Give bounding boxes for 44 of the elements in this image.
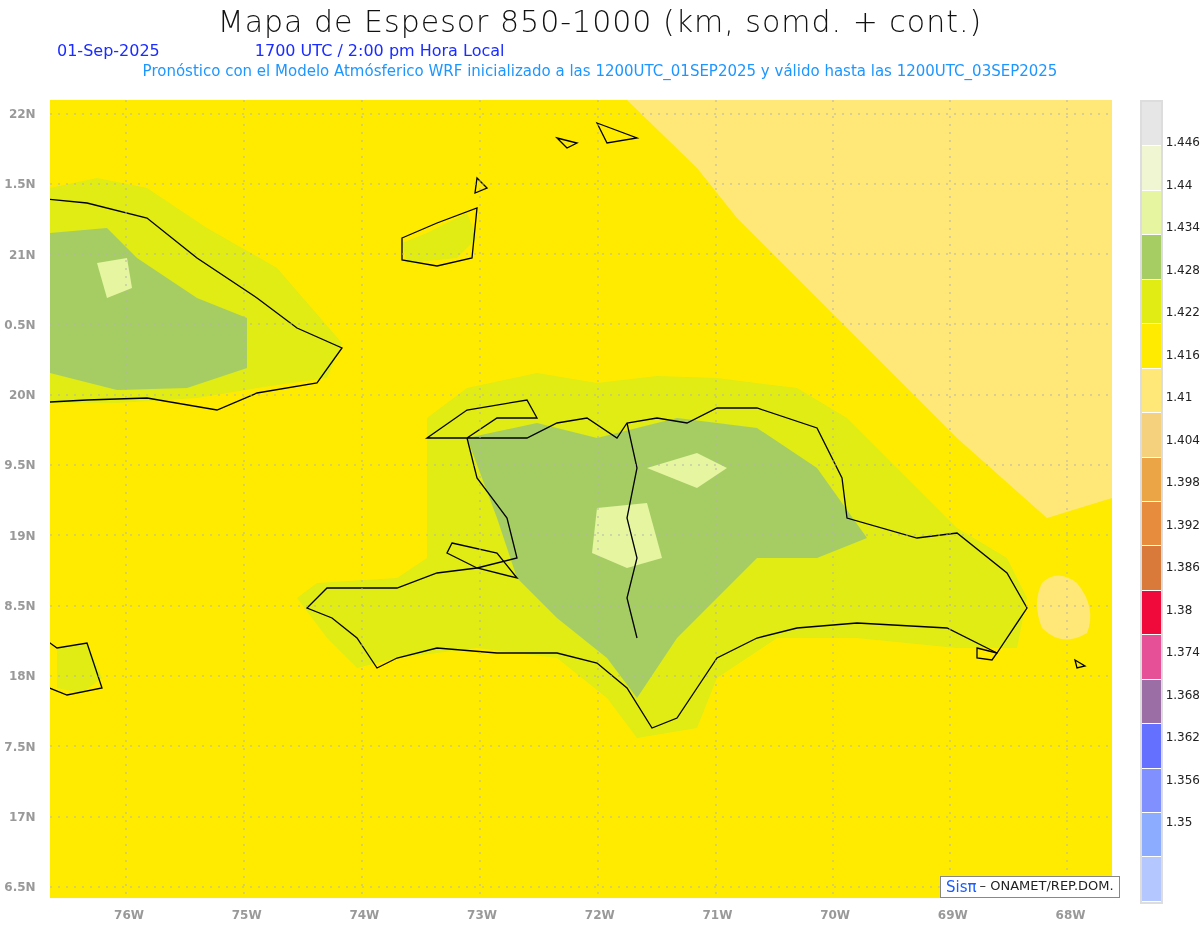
scale-value: 1.38 <box>1165 601 1194 619</box>
latitude-label: 20N <box>7 387 37 405</box>
scale-value: 1.362 <box>1165 729 1200 746</box>
brand-label: Sisπ <box>946 878 977 896</box>
scale-value: 1.374 <box>1165 644 1200 661</box>
scale-value: 1.356 <box>1165 771 1200 789</box>
latitude-label: 1.5N <box>3 176 37 194</box>
organization-label: – ONAMET/REP.DOM. <box>979 878 1114 895</box>
scale-value: 1.398 <box>1165 474 1200 491</box>
scale-value: 1.404 <box>1165 431 1200 449</box>
longitude-label: 73W <box>466 908 499 922</box>
scale-value: 1.392 <box>1165 516 1200 534</box>
scale-value: 1.41 <box>1165 389 1194 406</box>
longitude-label: 76W <box>113 908 145 922</box>
latitude-label: 22N <box>7 106 37 123</box>
longitude-label: 75W <box>230 908 263 922</box>
scale-value: 1.434 <box>1165 219 1200 236</box>
forecast-time: 1700 UTC / 2:00 pm Hora Local <box>254 41 505 60</box>
scale-value: 1.44 <box>1165 176 1194 194</box>
map-title: Mapa de Espesor 850-1000 (km, somd. + cont.) <box>217 4 983 39</box>
forecast-date: 01-Sep-2025 <box>57 41 160 60</box>
longitude-label: 74W <box>348 908 381 922</box>
latitude-label: 17N <box>7 808 37 826</box>
scale-value: 1.428 <box>1165 261 1200 279</box>
latitude-label: 6.5N <box>3 879 37 897</box>
latitude-label: 0.5N <box>3 316 37 334</box>
scale-value: 1.422 <box>1165 304 1200 321</box>
longitude-label: 70W <box>819 908 852 922</box>
model-description: Pronóstico con el Modelo Atmósferico WRF inicializado a las 1200UTC_01SEP2025 y válido hasta las 1200UTC_03SEP2025 <box>142 62 1058 80</box>
longitude-label: 72W <box>583 908 616 922</box>
scale-value: 1.368 <box>1165 686 1200 704</box>
latitude-label: 9.5N <box>3 457 37 475</box>
latitude-label: 7.5N <box>3 738 37 756</box>
scale-value: 1.446 <box>1165 134 1200 151</box>
latitude-label: 8.5N <box>3 598 37 616</box>
latitude-label: 18N <box>7 668 37 686</box>
scale-value: 1.416 <box>1165 346 1200 364</box>
latitude-label: 21N <box>7 246 37 264</box>
longitude-label: 71W <box>701 908 734 922</box>
longitude-label: 69W <box>936 908 969 922</box>
longitude-label: 68W <box>1054 908 1087 922</box>
scale-value: 1.386 <box>1165 559 1200 576</box>
latitude-label: 19N <box>7 527 37 545</box>
scale-value: 1.35 <box>1165 814 1194 831</box>
